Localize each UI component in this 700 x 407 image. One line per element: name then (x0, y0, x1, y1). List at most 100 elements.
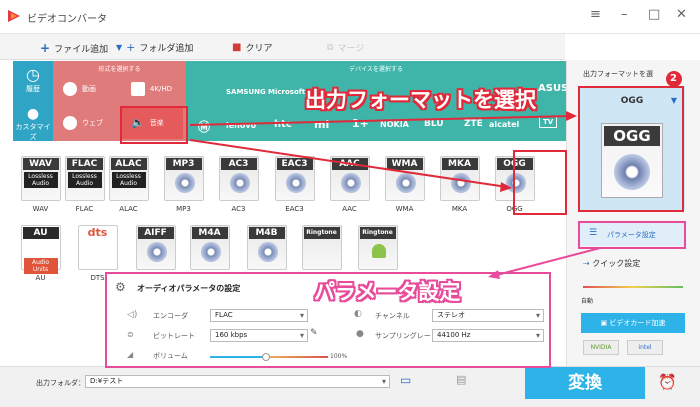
category-video[interactable]: 動画 (63, 73, 123, 105)
4k-icon (131, 82, 145, 96)
alarm-clock-icon[interactable]: ⏰ (658, 373, 677, 391)
maximize-icon[interactable]: □ (648, 7, 660, 22)
samplerate-select[interactable]: 44100 Hz (432, 329, 544, 342)
format-sub: Lossless Audio (67, 172, 102, 188)
disc-icon (395, 173, 416, 193)
add-folder-button[interactable]: ▼ + フォルダ追加 (116, 41, 193, 54)
custom-tab[interactable]: ● カスタマイズ (13, 101, 53, 141)
video-icon (63, 82, 77, 96)
brand-mi[interactable]: mi (314, 118, 329, 131)
format-ogg[interactable]: OGG OGG (492, 156, 537, 216)
minimize-icon[interactable]: – (621, 7, 628, 22)
format-wma[interactable]: WMA WMA (382, 156, 427, 216)
quality-slider[interactable] (583, 286, 683, 288)
auto-label: 自動 (581, 298, 594, 305)
param-settings-button[interactable]: ☰ パラメータ設定 (579, 222, 685, 246)
format-tag: FLAC (66, 158, 103, 170)
format-tag: AU (22, 227, 59, 239)
oneplus-icon[interactable]: 1+ (352, 117, 369, 130)
format-eac3[interactable]: EAC3 EAC3 (272, 156, 317, 216)
callout-param-settings: パラメータ設定 (314, 280, 461, 304)
format-aac[interactable]: AAC AAC (327, 156, 372, 216)
format-name: AC3 (231, 205, 246, 213)
convert-button[interactable]: 変換 (525, 367, 645, 399)
intel-badge: intel (627, 340, 663, 355)
toolbar: + ファイル追加 ▼ + フォルダ追加 ■ クリア ⧉ マージ (0, 34, 565, 60)
category-web[interactable]: ウェブ (63, 107, 123, 139)
volume-label: ボリューム (153, 352, 188, 360)
selected-format-card[interactable]: OGG ▼ OGG (579, 86, 685, 210)
format-flac[interactable]: FLAC Lossless Audio FLAC (62, 156, 107, 216)
channel-select[interactable]: ステレオ (432, 309, 544, 322)
brand-alcatel[interactable]: alcatel (489, 120, 519, 129)
bitrate-select[interactable]: 160 kbps (210, 329, 308, 342)
disc-icon (174, 173, 195, 193)
volume-slider[interactable] (210, 353, 328, 361)
format-tag: Ringtone (359, 227, 396, 239)
nvidia-badge: NVIDIA (583, 340, 619, 355)
add-folder-label: フォルダ追加 (139, 44, 194, 54)
selected-format-name: OGG (620, 96, 644, 106)
format-mka[interactable]: MKA MKA (437, 156, 482, 216)
format-sub: Lossless Audio (111, 172, 146, 188)
format-tag: EAC3 (276, 158, 313, 170)
add-file-label: ファイル追加 (54, 44, 109, 55)
brand-samsung[interactable]: SAMSUNG (226, 88, 266, 96)
format-tag: WMA (386, 158, 423, 170)
volume-slider-thumb[interactable] (262, 353, 270, 361)
format-mp3[interactable]: MP3 MP3 (161, 156, 206, 216)
user-icon: ● (26, 106, 40, 122)
gear-icon: ⚙ (115, 280, 126, 294)
brand-htc[interactable]: htc (274, 119, 292, 130)
trash-icon: ■ (232, 42, 242, 53)
menu-icon[interactable]: ≡ (590, 7, 601, 22)
clear-button[interactable]: ■ クリア (232, 41, 272, 54)
custom-label: カスタマイズ (15, 123, 51, 141)
format-wav[interactable]: WAV Lossless Audio WAV (18, 156, 63, 216)
history-tab[interactable]: ◷ 履歴 (13, 61, 53, 101)
merge-label: マージ (337, 44, 365, 54)
brand-asus[interactable]: ASUS (538, 83, 568, 94)
format-alac[interactable]: ALAC Lossless Audio ALAC (106, 156, 151, 216)
window-title: ビデオコンバータ (27, 14, 107, 25)
bitrate-icon: ⊜ (127, 330, 134, 339)
merge-button[interactable]: ⧉ マージ (327, 41, 365, 55)
close-icon[interactable]: ✕ (676, 7, 687, 22)
add-file-button[interactable]: + ファイル追加 (40, 41, 108, 55)
history-label: 履歴 (26, 85, 40, 93)
brand-nokia[interactable]: NOKIA (380, 120, 409, 129)
encoder-label: エンコーダ (153, 312, 188, 320)
format-name: FLAC (75, 205, 94, 213)
category-music[interactable]: 🔈 音楽 (121, 106, 183, 139)
brand-microsoft[interactable]: Microsoft (268, 88, 305, 96)
brand-tv[interactable]: TV (539, 116, 558, 128)
brand-blu[interactable]: BLU (424, 119, 444, 129)
param-panel-title: オーディオパラメータの設定 (137, 284, 241, 293)
edit-pencil-icon[interactable]: ✎ (310, 328, 318, 338)
folder-icon[interactable]: ▭ (400, 373, 411, 387)
encoder-icon: ◁) (127, 310, 138, 320)
motorola-icon[interactable]: Ⓜ (198, 118, 210, 135)
output-folder-input[interactable]: D:¥テスト (85, 375, 390, 388)
quick-settings[interactable]: ⇢ クイック設定 (583, 258, 640, 269)
gpu-accel-button[interactable]: ▣ ビデオカード加速 (581, 313, 685, 333)
brand-zte[interactable]: ZTE (464, 119, 483, 129)
callout-select-format: 出力フォーマットを選択 (305, 88, 536, 112)
title-bar: ビデオコンバータ ≡ – □ ✕ (0, 0, 700, 34)
merge-icon: ⧉ (327, 42, 334, 53)
format-tag: M4B (248, 227, 285, 239)
format-name: MKA (451, 205, 468, 213)
category-4k[interactable]: 4K/HD (131, 73, 186, 105)
open-folder-icon[interactable]: ▤ (456, 373, 466, 386)
encoder-select[interactable]: FLAC (210, 309, 308, 322)
brand-lenovo[interactable]: lenovo (226, 121, 256, 130)
format-tag: MP3 (165, 158, 202, 170)
category-label: 形式を選択する (98, 66, 141, 73)
format-au[interactable]: AU Audio Units AU (18, 225, 63, 285)
channel-icon: ◐ (354, 309, 362, 319)
format-name: AU (35, 274, 46, 282)
format-ac3[interactable]: AC3 AC3 (216, 156, 261, 216)
output-folder-label: 出力フォルダ： (36, 379, 85, 387)
format-tag: M4A (191, 227, 228, 239)
dropdown-icon: ▼ (670, 96, 677, 105)
